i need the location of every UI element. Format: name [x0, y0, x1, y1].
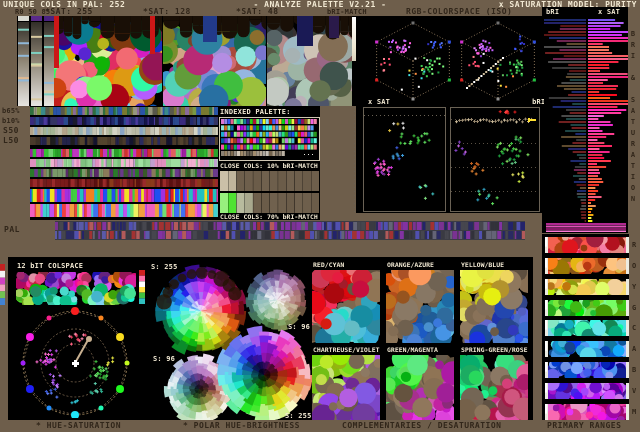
bri-bars-label: bRI: [546, 8, 560, 16]
sat48-color-field: [267, 16, 352, 106]
colspace12-grid: [16, 272, 136, 305]
close-cols-70-swatches: [220, 193, 319, 213]
pal-label: PAL: [4, 225, 20, 234]
primary-band-magenta: [545, 404, 629, 420]
indexed-palette-title: INDEXED PALETTE:: [220, 108, 291, 116]
polar-s96-label-1: S: 96: [288, 323, 311, 331]
polar-s96-label-2: S: 96: [153, 355, 176, 363]
primary-letter-c: C: [632, 324, 637, 332]
footer-complementaries: COMPLEMENTARIES / DESATURATION: [342, 421, 502, 430]
xsat-scatter-plot: [363, 107, 446, 212]
primary-letter-b: B: [632, 366, 637, 374]
rgb-colorspace-iso-cubes: [356, 16, 567, 101]
primary-letter-y: Y: [632, 283, 637, 291]
comp-panel-chartreuse-violet: [312, 355, 380, 420]
footer-polar-hue-brightness: * POLAR HUE-BRIGHTNESS: [183, 421, 300, 430]
primary-letter-a: A: [632, 345, 637, 353]
comp-label-green-magenta: GREEN/MAGENTA: [387, 346, 438, 354]
comp-label-orange-azure: ORANGE/AZURE: [387, 261, 434, 269]
sat-bars-label: x SAT: [598, 8, 621, 16]
comp-panel-red-cyan: [312, 270, 380, 343]
comp-panel-yellow-blue: [460, 270, 528, 343]
comp-label-yellow-blue: YELLOW/BLUE: [461, 261, 505, 269]
pal-order-strip: [55, 221, 525, 240]
comp-panel-springgreen-rose: [460, 355, 528, 420]
sat255-label: *SAT: 255: [45, 7, 93, 16]
footer-primary-ranges: PRIMARY RANGES: [547, 421, 622, 430]
palette-analyzer-screen: UNIQUE COLS IN PAL: 252 - ANALYZE PALETT…: [0, 0, 640, 432]
sat128-color-field: [163, 16, 266, 106]
edge-legend-strip: [0, 264, 5, 305]
primary-letter-v: V: [632, 387, 637, 395]
sat128-label: *SAT: 128: [143, 7, 191, 16]
colspace12-title: 12 bIT COLSPACE: [17, 262, 84, 270]
b10-label: b10%: [2, 117, 20, 125]
polar-legend-strip: [139, 270, 145, 304]
primary-band-cyan: [545, 320, 629, 336]
polar-s255-label-2: S: 255: [285, 412, 312, 420]
primary-band-green: [545, 300, 629, 316]
comp-label-chartreuse-violet: CHARTREUSE/VIOLET: [313, 346, 380, 354]
l50-label: L50: [3, 136, 19, 145]
comp-panel-orange-azure: [386, 270, 454, 343]
indexed-palette-grid: [220, 118, 317, 158]
primary-band-violet: [545, 383, 629, 399]
polar-s255-label-1: S: 255: [151, 263, 178, 271]
polar-hue-brightness-circles: [146, 262, 312, 420]
primary-band-blue: [545, 362, 629, 378]
close-cols-70-label: CLOSE COLS: 70% bRI-MATCH: [220, 213, 318, 221]
primary-band-orange: [545, 258, 629, 274]
hue-saturation-wheel: [12, 306, 140, 418]
primary-letter-m: M: [632, 408, 637, 416]
primary-band-yellow: [545, 279, 629, 295]
primary-letter-r: R: [632, 241, 637, 249]
sat255-color-field: [54, 16, 162, 106]
comp-panel-green-magenta: [386, 355, 454, 420]
comp-label-springgreen-rose: SPRING-GREEN/ROSE: [461, 346, 528, 354]
primary-band-azure: [545, 341, 629, 357]
primary-letter-g: G: [632, 304, 637, 312]
rgb-colorspace-label: RGB-COLORSPACE (ISO): [406, 7, 513, 16]
bri-match-label: bRI-MATCH: [327, 8, 367, 16]
primary-band-red: [545, 237, 629, 253]
bri-sat-bar-chart: [544, 19, 628, 232]
footer-hue-saturation: * HUE-SATURATION: [36, 421, 122, 430]
axis-ticks: [350, 107, 358, 212]
primary-letter-o: O: [632, 262, 637, 270]
b65-label: b65%: [2, 107, 20, 115]
brihue-scatter-plot: [450, 107, 540, 212]
brightness-ramp-columns: [17, 16, 54, 106]
sat48-label: *SAT: 48: [236, 7, 279, 16]
comp-label-red-cyan: RED/CYAN: [313, 261, 345, 269]
xsat-scatter-label: x SAT: [368, 98, 391, 106]
bri-saturation-vertical-label: BRI & SATURATION: [629, 30, 637, 206]
s50-label: S50: [3, 126, 19, 135]
palette-strip-rows: [30, 107, 218, 218]
close-cols-10-swatches: [220, 171, 319, 191]
close-cols-10-label: CLOSE COLS: 10% bRI-MATCH: [220, 162, 318, 170]
